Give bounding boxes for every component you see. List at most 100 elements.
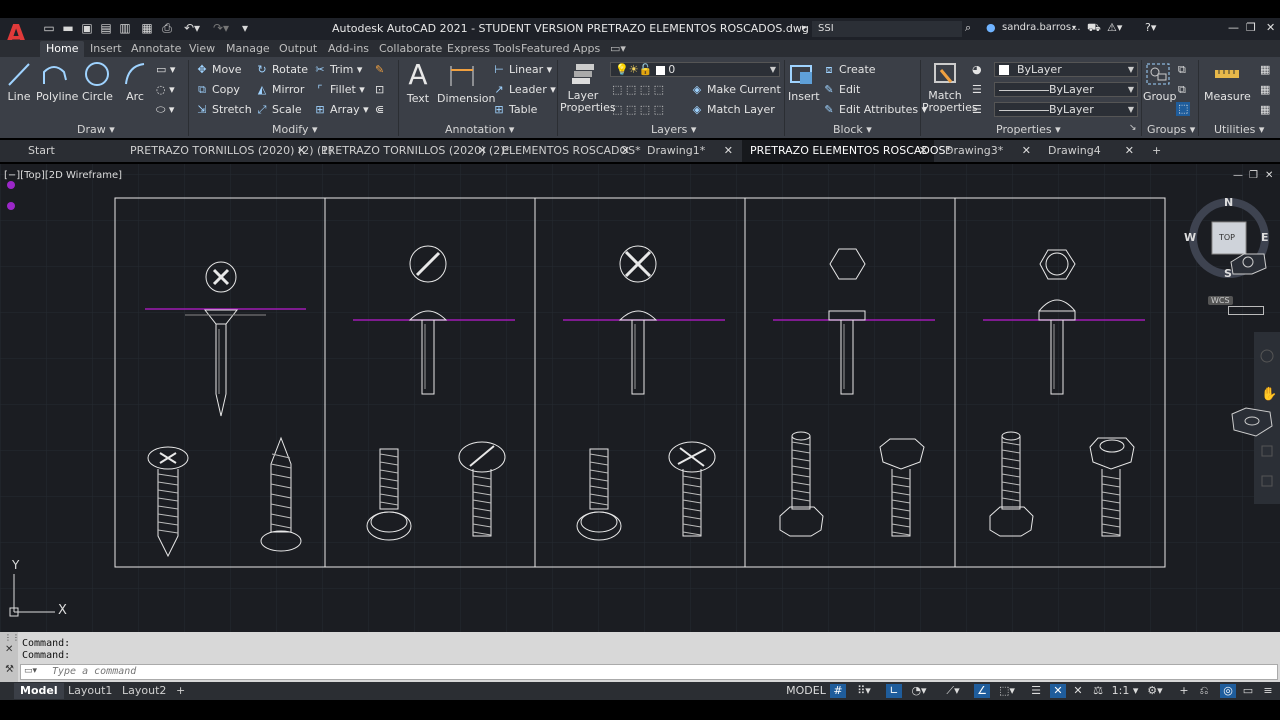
- annotation-visibility-icon[interactable]: ✕: [1070, 684, 1086, 698]
- isodraft-icon[interactable]: ⟋▾: [938, 684, 968, 698]
- viewport-restore-icon[interactable]: ❐: [1249, 170, 1258, 181]
- leader-button[interactable]: ↗ Leader ▾: [492, 83, 555, 97]
- tab-insert[interactable]: Insert: [90, 41, 122, 57]
- viewcube-north[interactable]: N: [1224, 196, 1233, 209]
- erase-icon[interactable]: ✎: [375, 63, 384, 77]
- object-snap-tracking-icon[interactable]: ∠: [974, 684, 990, 698]
- minimize-icon[interactable]: —: [1228, 20, 1239, 36]
- layout-tab-model[interactable]: Model: [14, 683, 64, 699]
- doc-tab[interactable]: Drawing4 ✕: [1040, 140, 1140, 162]
- viewcube-top-label[interactable]: TOP: [1219, 233, 1235, 242]
- annotation-scale-icon[interactable]: ✕: [1050, 684, 1066, 698]
- tab-express-tools[interactable]: Express Tools: [447, 41, 521, 57]
- drag-handle-icon[interactable]: ⋮⋮: [4, 633, 20, 642]
- tab-annotate[interactable]: Annotate: [131, 41, 181, 57]
- close-tab-icon[interactable]: ✕: [1125, 140, 1134, 162]
- doc-tab[interactable]: PRETRAZO TORNILLOS (2020) (2)* ✕: [313, 140, 510, 162]
- user-icon[interactable]: ●: [986, 20, 996, 36]
- explode-icon[interactable]: ⊡: [375, 83, 384, 97]
- ungroup-icon[interactable]: ⧉: [1178, 63, 1186, 77]
- match-layer-button[interactable]: ◈ Match Layer: [690, 103, 775, 117]
- model-space[interactable]: ✋: [0, 164, 1280, 632]
- new-tab-icon[interactable]: +: [1146, 140, 1170, 162]
- ortho-icon[interactable]: ∟: [886, 684, 902, 698]
- customize-icon[interactable]: ▾: [238, 21, 252, 35]
- pan-icon[interactable]: ✋: [1261, 386, 1277, 402]
- tab-output[interactable]: Output: [279, 41, 317, 57]
- viewport-controls-label[interactable]: [−][Top][2D Wireframe]: [4, 170, 122, 181]
- block-panel-label[interactable]: Block ▾: [833, 123, 872, 137]
- linear-button[interactable]: ⊢ Linear ▾: [492, 63, 552, 77]
- text-button[interactable]: A Text: [404, 60, 432, 106]
- edit-attributes-button[interactable]: ✎ Edit Attributes ▾: [822, 103, 927, 117]
- move-button[interactable]: ✥ Move: [195, 63, 241, 77]
- open-icon[interactable]: ▬: [61, 21, 75, 35]
- insert-button[interactable]: Insert: [788, 60, 820, 103]
- close-tab-icon[interactable]: ✕: [1022, 140, 1031, 162]
- dimension-button[interactable]: Dimension: [437, 60, 495, 105]
- lineweight-icon[interactable]: ☰: [972, 103, 982, 117]
- doc-tab[interactable]: Drawing1* ✕: [639, 140, 739, 162]
- fillet-button[interactable]: ⌜ Fillet ▾: [313, 83, 364, 97]
- properties-panel-label[interactable]: Properties ▾: [996, 123, 1061, 137]
- object-snap-icon[interactable]: ⬚▾: [992, 684, 1022, 698]
- offset-icon[interactable]: ⋐: [375, 103, 384, 117]
- utilities-panel-label[interactable]: Utilities ▾: [1214, 123, 1264, 137]
- close-tab-icon[interactable]: ✕: [724, 140, 733, 162]
- command-close-icon[interactable]: ✕: [5, 644, 13, 655]
- save-icon[interactable]: ▣: [80, 21, 94, 35]
- user-dropdown-icon[interactable]: ▾: [1072, 20, 1076, 36]
- annotation-panel-label[interactable]: Annotation ▾: [445, 123, 514, 137]
- groups-panel-label[interactable]: Groups ▾: [1147, 123, 1195, 137]
- wcs-menu[interactable]: WCS: [1208, 296, 1233, 305]
- circle-button[interactable]: Circle: [82, 60, 113, 103]
- modify-panel-label[interactable]: Modify ▾: [272, 123, 317, 137]
- viewcube-west[interactable]: W: [1184, 231, 1196, 244]
- doc-tab[interactable]: Drawing3* ✕: [937, 140, 1037, 162]
- layer-tools-row-2[interactable]: ⬚ ⬚ ⬚ ⬚: [612, 103, 664, 117]
- layer-properties-button[interactable]: Layer Properties: [560, 60, 616, 114]
- lineweight-dropdown[interactable]: ByLayer ▼: [994, 102, 1138, 117]
- tab-add-ins[interactable]: Add-ins: [328, 41, 369, 57]
- layers-panel-label[interactable]: Layers ▾: [651, 123, 696, 137]
- user-name[interactable]: sandra.barros...: [1002, 20, 1081, 36]
- tab-home[interactable]: Home: [40, 41, 85, 57]
- scale-button[interactable]: ⤢ Scale: [255, 103, 302, 117]
- measure-button[interactable]: Measure: [1204, 60, 1251, 103]
- tab-manage[interactable]: Manage: [226, 41, 270, 57]
- lineweight-display-icon[interactable]: ☰: [1028, 684, 1044, 698]
- tab-collaborate[interactable]: Collaborate: [379, 41, 442, 57]
- layout-tab-layout2[interactable]: Layout2: [116, 683, 172, 699]
- layout-tab-layout1[interactable]: Layout1: [62, 683, 118, 699]
- clean-screen-icon[interactable]: ▭: [1240, 684, 1256, 698]
- viewcube-south[interactable]: S: [1224, 267, 1232, 280]
- close-icon[interactable]: ✕: [1266, 20, 1275, 36]
- group-edit-icon[interactable]: ⧉: [1178, 83, 1186, 97]
- layer-tools-row-1[interactable]: ⬚ ⬚ ⬚ ⬚: [612, 83, 664, 97]
- viewcube-east[interactable]: E: [1261, 231, 1269, 244]
- save-web-icon[interactable]: ▦: [140, 21, 154, 35]
- command-input[interactable]: [20, 664, 1278, 680]
- doc-tab[interactable]: ELEMENTOS ROSCADOS* ✕: [494, 140, 641, 162]
- make-current-button[interactable]: ◈ Make Current: [690, 83, 781, 97]
- cart-icon[interactable]: ⛟: [1087, 20, 1101, 36]
- array-button[interactable]: ⊞ Array ▾: [313, 103, 368, 117]
- grip-marker[interactable]: [7, 181, 15, 189]
- isolate-objects-icon[interactable]: ◎: [1220, 684, 1236, 698]
- help-icon[interactable]: ?▾: [1145, 20, 1156, 36]
- annotation-monitor-icon[interactable]: +: [1176, 684, 1192, 698]
- snap-icon[interactable]: ⠿▾: [850, 684, 878, 698]
- grip-marker[interactable]: [7, 202, 15, 210]
- undo-icon[interactable]: ↶▾: [181, 21, 203, 35]
- polar-icon[interactable]: ◔▾: [904, 684, 934, 698]
- search-input[interactable]: SSI: [812, 21, 962, 37]
- mirror-button[interactable]: ◭ Mirror: [255, 83, 305, 97]
- layer-dropdown[interactable]: 💡☀🔓 0 ▼: [610, 62, 780, 77]
- close-tab-icon[interactable]: ✕: [621, 140, 630, 162]
- auto-scale-icon[interactable]: ⚖: [1090, 684, 1106, 698]
- stretch-button[interactable]: ⇲ Stretch: [195, 103, 251, 117]
- plot-icon[interactable]: ⎙: [160, 21, 174, 35]
- table-button[interactable]: ⊞ Table: [492, 103, 537, 117]
- customize-wrench-icon[interactable]: ⚒: [5, 664, 14, 675]
- customization-icon[interactable]: ≡: [1260, 684, 1276, 698]
